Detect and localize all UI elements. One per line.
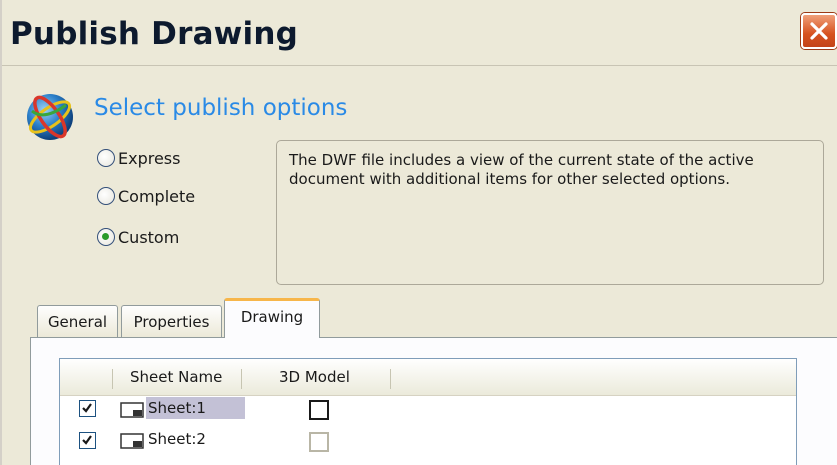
radio-express[interactable]: Express <box>97 146 180 170</box>
sheet-icon <box>120 402 144 418</box>
close-icon <box>810 22 828 40</box>
radio-circle[interactable] <box>97 228 115 246</box>
dialog-title: Publish Drawing <box>10 16 299 52</box>
globe-icon <box>27 94 73 140</box>
description-box: The DWF file includes a view of the curr… <box>276 140 824 285</box>
radio-label: Custom <box>118 227 180 247</box>
column-separator[interactable] <box>112 369 113 389</box>
column-header-sheet-name[interactable]: Sheet Name <box>130 368 222 386</box>
tab-label: General <box>47 312 108 331</box>
tab-general[interactable]: General <box>37 305 118 337</box>
tab-properties[interactable]: Properties <box>121 305 222 337</box>
tab-drawing[interactable]: Drawing <box>224 298 320 338</box>
section-title: Select publish options <box>94 95 348 121</box>
sheet-list-header: Sheet Name 3D Model <box>60 359 796 396</box>
radio-complete[interactable]: Complete <box>97 184 195 208</box>
column-separator[interactable] <box>390 369 391 389</box>
3d-model-checkbox[interactable] <box>309 400 329 420</box>
sheet-include-checkbox[interactable] <box>79 432 96 449</box>
sheet-include-checkbox[interactable] <box>79 400 96 417</box>
sheet-name-cell[interactable]: Sheet:1 <box>146 397 245 419</box>
checkmark-icon <box>82 403 92 413</box>
radio-label: Complete <box>118 186 196 206</box>
radio-circle[interactable] <box>97 187 115 205</box>
publish-drawing-dialog: Publish Drawing Select publish options E… <box>0 0 837 465</box>
close-button[interactable] <box>801 13 837 49</box>
radio-circle[interactable] <box>97 149 115 167</box>
checkmark-icon <box>82 435 92 445</box>
radio-label: Express <box>118 148 181 168</box>
tab-label: Drawing <box>240 307 304 326</box>
sheet-icon <box>120 433 144 449</box>
radio-selected-dot <box>102 233 109 240</box>
title-bar: Publish Drawing <box>2 0 837 66</box>
column-separator[interactable] <box>241 369 242 389</box>
description-text: The DWF file includes a view of the curr… <box>289 151 754 188</box>
column-header-3d-model[interactable]: 3D Model <box>279 368 350 386</box>
radio-custom[interactable]: Custom <box>97 225 179 249</box>
sheet-list: Sheet Name 3D Model Sheet:1 Sheet:2 <box>59 358 797 465</box>
3d-model-checkbox <box>309 432 329 452</box>
tab-label: Properties <box>133 312 210 331</box>
sheet-name-cell[interactable]: Sheet:2 <box>146 428 208 450</box>
